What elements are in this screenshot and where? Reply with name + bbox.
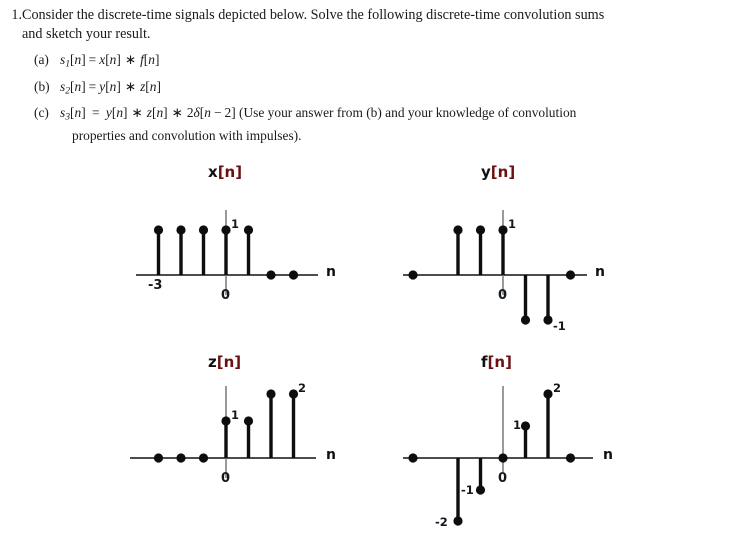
- chart-f-n-canvas: [403, 386, 593, 526]
- chart-y-n: y[n] 1 -1 0 n: [395, 160, 645, 350]
- part-c-equation: s3[n] = y[n] ∗ z[n] ∗ 2δ[n −2] (Use your answ…: [60, 104, 731, 145]
- chart-x-n-title: x[n]: [208, 163, 243, 181]
- chart-y-n-xtick-0: 0: [498, 288, 508, 303]
- chart-y-n-canvas: [403, 210, 587, 325]
- chart-z-n-canvas: [130, 386, 316, 478]
- part-b-equation: s2[n] = y[n] ∗ z[n]: [60, 78, 161, 97]
- chart-z-n-title: z[n]: [208, 353, 242, 371]
- chart-z-n-amplitude-label-1: 1: [231, 408, 240, 422]
- problem-part-b: (b) s2[n] = y[n] ∗ z[n]: [34, 78, 731, 101]
- part-b-tag: (b): [34, 78, 50, 94]
- chart-y-n-amplitude-label-minus1: -1: [553, 319, 566, 333]
- stem-group: [221, 389, 299, 458]
- chart-x-n-xtick-minus3: -3: [148, 278, 163, 293]
- chart-x-n-xtick-0: 0: [221, 288, 231, 303]
- part-c-note-line2: properties and convolution with impulses…: [72, 128, 302, 144]
- problem-text-line2: and sketch your result.: [22, 26, 151, 42]
- problem-number: 1.: [11, 7, 22, 23]
- chart-x-n-amplitude-label-1: 1: [231, 217, 240, 231]
- chart-f-n-amplitude-label-1: 1: [513, 418, 522, 432]
- chart-z-n-xtick-0: 0: [221, 471, 231, 486]
- problem-parts: (a) s1[n] = x[n] ∗ f[n] (b) s2[n] = y[n] ∗ z[n] …: [34, 51, 731, 145]
- problem-text: Consider the discrete-time signals depic…: [22, 0, 722, 44]
- chart-f-n-axis-label: n: [603, 447, 613, 463]
- chart-y-n-title: y[n]: [481, 163, 516, 181]
- chart-x-n-axis-label: n: [326, 264, 336, 280]
- chart-f-n-amplitude-label-minus2: -2: [435, 515, 448, 529]
- problem-text-line1: Consider the discrete-time signals depic…: [22, 7, 605, 23]
- chart-y-n-amplitude-label-1: 1: [508, 217, 517, 231]
- chart-z-n-amplitude-label-2: 2: [298, 381, 307, 395]
- problem-statement: 1. Consider the discrete-time signals de…: [0, 0, 731, 149]
- chart-f-n-amplitude-label-2: 2: [553, 381, 562, 395]
- chart-x-n: x[n] 1 -3 0 n: [118, 160, 368, 310]
- chart-f-n-xtick-0: 0: [498, 471, 508, 486]
- part-a-tag: (a): [34, 52, 49, 67]
- problem-heading-row: 1. Consider the discrete-time signals de…: [0, 0, 731, 44]
- chart-y-n-axis-label: n: [595, 264, 605, 280]
- chart-z-n-axis-label: n: [326, 447, 336, 463]
- chart-f-n: f[n] -2 -1 1 2 0 n: [395, 350, 655, 544]
- problem-part-c: (c) s3[n] = y[n] ∗ z[n] ∗ 2δ[n −2] (Use your …: [34, 104, 731, 145]
- zero-sample-group: [153, 453, 209, 463]
- part-c-note-line1: (Use your answer from (b) and your knowl…: [239, 105, 577, 121]
- chart-f-n-title: f[n]: [481, 353, 512, 371]
- chart-f-n-amplitude-label-minus1: -1: [461, 483, 474, 497]
- part-a-equation: s1[n] = x[n] ∗ f[n]: [60, 52, 160, 70]
- chart-z-n: z[n] 1 2 0 n: [118, 350, 368, 500]
- stem-group: [153, 225, 254, 275]
- problem-part-a: (a) s1[n] = x[n] ∗ f[n]: [34, 51, 731, 74]
- part-c-tag: (c): [34, 105, 49, 121]
